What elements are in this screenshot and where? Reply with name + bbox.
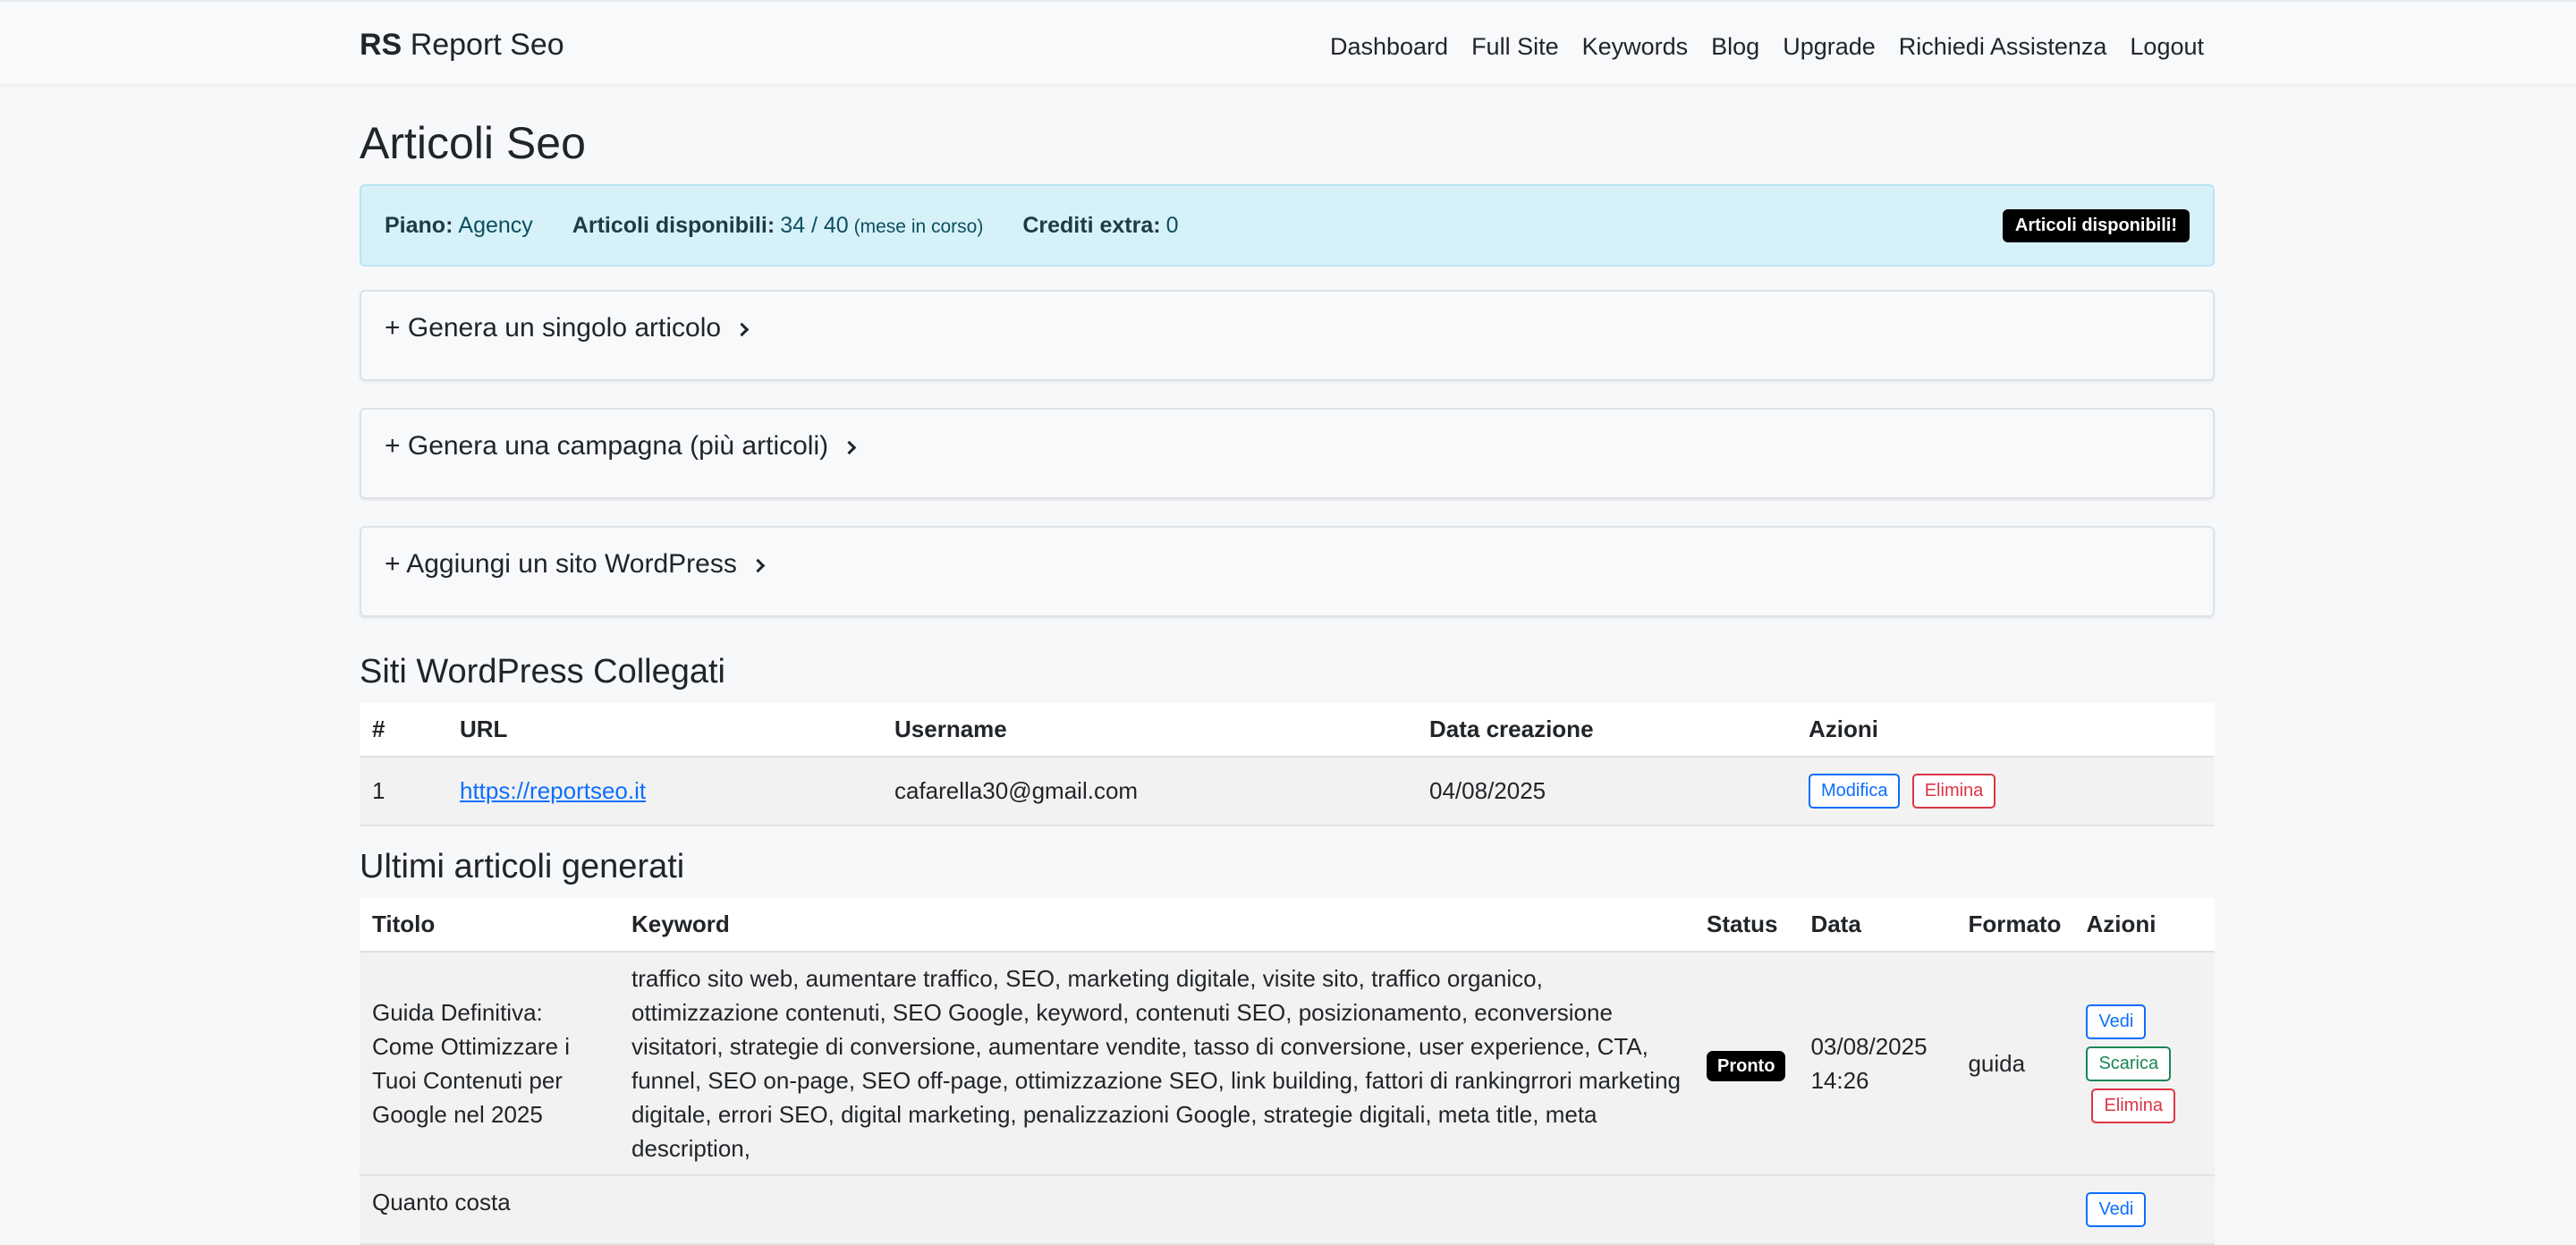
table-header-row: # URL Username Data creazione Azioni [360, 703, 2215, 758]
col-data-creazione: Data creazione [1417, 703, 1796, 758]
vedi-button[interactable]: Vedi [2086, 1192, 2147, 1227]
col-url: URL [447, 703, 882, 758]
nav-logout[interactable]: Logout [2130, 29, 2204, 64]
brand-mark: RS [360, 28, 402, 62]
site-num: 1 [360, 757, 447, 826]
chevron-right-icon [734, 322, 750, 337]
articoli-note: (mese in corso) [853, 216, 984, 237]
article-time: 14:26 [1810, 1067, 1869, 1094]
wp-sites-table: # URL Username Data creazione Azioni 1 h… [360, 703, 2215, 826]
accordion-single-article[interactable]: + Genera un singolo articolo [360, 290, 2215, 381]
chevron-right-icon [842, 440, 857, 455]
navbar: RS Report Seo Dashboard Full Site Keywor… [0, 0, 2576, 84]
elimina-article-button[interactable]: Elimina [2091, 1088, 2176, 1123]
col-num: # [360, 703, 447, 758]
article-format: guida [1955, 952, 2074, 1176]
site-actions: Modifica Elimina [1796, 757, 2215, 826]
col-status: Status [1694, 898, 1799, 953]
col-username: Username [882, 703, 1417, 758]
accordion-campaign[interactable]: + Genera una campagna (più articoli) [360, 408, 2215, 499]
nav-full-site[interactable]: Full Site [1471, 29, 1559, 64]
plan-crediti: Crediti extra: 0 [1022, 213, 1178, 239]
article-keywords [619, 1175, 1694, 1245]
nav-keywords[interactable]: Keywords [1582, 29, 1689, 64]
modifica-button[interactable]: Modifica [1809, 774, 1901, 809]
scarica-button[interactable]: Scarica [2086, 1046, 2172, 1081]
piano-label: Piano: [385, 212, 453, 238]
article-actions: Vedi Scarica Elimina [2073, 952, 2215, 1176]
articles-table: Titolo Keyword Status Data Formato Azion… [360, 898, 2215, 1245]
accordion-add-wordpress[interactable]: + Aggiungi un sito WordPress [360, 526, 2215, 617]
crediti-label: Crediti extra: [1022, 212, 1161, 238]
nav-dashboard[interactable]: Dashboard [1330, 29, 1448, 64]
article-title: Guida Definitiva: Come Ottimizzare i Tuo… [360, 952, 619, 1176]
plan-articoli: Articoli disponibili: 34 / 40 (mese in c… [572, 213, 984, 239]
table-header-row: Titolo Keyword Status Data Formato Azion… [360, 898, 2215, 953]
col-azioni: Azioni [1796, 703, 2215, 758]
articles-title: Ultimi articoli generati [360, 848, 685, 885]
col-azioni: Azioni [2073, 898, 2215, 953]
articoli-label: Articoli disponibili: [572, 212, 775, 238]
table-row: 1 https://reportseo.it cafarella30@gmail… [360, 757, 2215, 826]
brand-logo[interactable]: RS Report Seo [360, 27, 564, 63]
accordion-label: + Genera un singolo articolo [385, 313, 722, 343]
nav-blog[interactable]: Blog [1711, 29, 1759, 64]
crediti-value: 0 [1165, 212, 1179, 238]
article-keywords: traffico sito web, aumentare traffico, S… [619, 952, 1694, 1176]
article-actions: Vedi [2073, 1175, 2215, 1245]
article-status-cell: Pronto [1694, 952, 1799, 1176]
site-date: 04/08/2025 [1417, 757, 1796, 826]
site-url-link[interactable]: https://reportseo.it [460, 777, 646, 804]
piano-value: Agency [458, 212, 533, 238]
col-titolo: Titolo [360, 898, 619, 953]
articoli-disponibili-badge: Articoli disponibili! [2002, 209, 2190, 242]
plan-piano: Piano: Agency [385, 213, 533, 239]
chevron-right-icon [750, 558, 766, 573]
accordion-label: + Genera una campagna (più articoli) [385, 431, 829, 461]
site-url-cell: https://reportseo.it [447, 757, 882, 826]
wp-sites-title: Siti WordPress Collegati [360, 653, 726, 690]
col-formato: Formato [1955, 898, 2074, 953]
page-title: Articoli Seo [360, 118, 586, 168]
article-date-cell: 03/08/2025 14:26 [1798, 952, 1956, 1176]
article-title: Quanto costa [360, 1175, 619, 1245]
article-date: 03/08/2025 [1810, 1033, 1928, 1060]
table-row: Quanto costa Vedi [360, 1175, 2215, 1245]
article-date-cell [1798, 1175, 1956, 1245]
article-format [1955, 1175, 2074, 1245]
accordion-label: + Aggiungi un sito WordPress [385, 549, 737, 579]
nav-upgrade[interactable]: Upgrade [1783, 29, 1876, 64]
articoli-value: 34 / 40 [780, 212, 849, 238]
col-data: Data [1798, 898, 1956, 953]
main-nav: Dashboard Full Site Keywords Blog Upgrad… [1330, 29, 2204, 64]
nav-richiedi-assistenza[interactable]: Richiedi Assistenza [1899, 29, 2107, 64]
brand-name: Report Seo [410, 28, 564, 62]
col-keyword: Keyword [619, 898, 1694, 953]
table-row: Guida Definitiva: Come Ottimizzare i Tuo… [360, 952, 2215, 1176]
article-status-cell [1694, 1175, 1799, 1245]
elimina-site-button[interactable]: Elimina [1911, 774, 1996, 809]
vedi-button[interactable]: Vedi [2086, 1004, 2147, 1039]
status-badge: Pronto [1707, 1050, 1786, 1081]
plan-info-box: Piano: Agency Articoli disponibili: 34 /… [360, 184, 2215, 267]
site-username: cafarella30@gmail.com [882, 757, 1417, 826]
